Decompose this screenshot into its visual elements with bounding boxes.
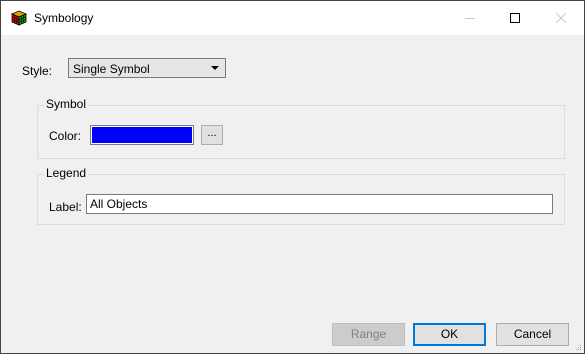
- legend-label-input[interactable]: [86, 194, 553, 214]
- title-bar[interactable]: Symbology: [1, 1, 584, 35]
- color-label: Color:: [49, 129, 82, 143]
- label-label: Label:: [49, 200, 82, 214]
- maximize-button[interactable]: [492, 1, 537, 35]
- style-label: Style:: [22, 64, 53, 78]
- minimize-button[interactable]: [447, 1, 492, 35]
- symbology-dialog: Symbology Style: Single Symbol Symbol Co…: [0, 0, 585, 354]
- range-button[interactable]: Range: [332, 323, 405, 346]
- close-button[interactable]: [538, 1, 583, 35]
- cancel-button[interactable]: Cancel: [496, 323, 569, 346]
- minimize-icon: [464, 17, 475, 19]
- resize-grip-icon[interactable]: [574, 343, 582, 351]
- close-icon: [555, 13, 566, 23]
- legend-group-title: Legend: [44, 166, 89, 180]
- color-fill: [92, 127, 192, 143]
- style-selected-value: Single Symbol: [73, 62, 150, 76]
- symbol-group-title: Symbol: [44, 97, 89, 111]
- maximize-icon: [509, 13, 520, 23]
- color-swatch[interactable]: [90, 125, 194, 145]
- dropdown-arrow-icon: [211, 66, 219, 70]
- rubiks-cube-icon: [10, 10, 28, 26]
- style-dropdown[interactable]: Single Symbol: [68, 58, 226, 78]
- ok-button[interactable]: OK: [413, 323, 486, 346]
- color-picker-button[interactable]: ...: [201, 125, 223, 145]
- window-title: Symbology: [34, 11, 94, 25]
